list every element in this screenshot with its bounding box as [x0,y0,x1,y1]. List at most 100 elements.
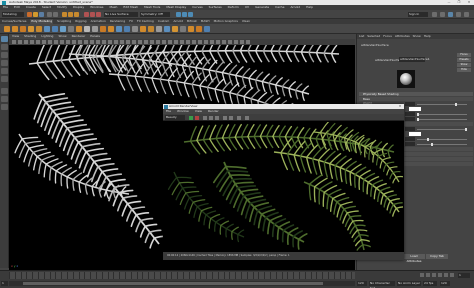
show-button[interactable]: Show [457,63,471,67]
snap-grid-icon[interactable] [84,12,89,17]
shelf-tool-icon[interactable] [148,26,154,32]
viewport-toolbar-icon[interactable] [180,40,184,44]
viewport-toolbar-icon[interactable] [108,40,112,44]
attr-slider[interactable] [417,112,467,116]
viewport-toolbar-icon[interactable] [18,40,22,44]
attr-value-field[interactable] [405,102,415,106]
viewport-toolbar-icon[interactable] [30,40,34,44]
rendered-image[interactable] [164,122,403,251]
zoom-icon[interactable] [223,115,227,120]
scale-tool-icon[interactable] [1,76,8,82]
attr-tab-help[interactable]: Help [424,34,431,39]
shelf-tool-icon[interactable] [76,26,82,32]
viewport-toolbar-icon[interactable] [168,40,172,44]
viewport-toolbar-icon[interactable] [42,40,46,44]
current-frame-field[interactable]: 1 [458,273,470,278]
attr-slider-handle[interactable] [426,137,429,141]
viewport-toolbar-icon[interactable] [156,40,160,44]
attr-slider-handle[interactable] [431,142,434,146]
render-stop-icon[interactable] [195,115,199,120]
undo-icon[interactable] [47,12,52,17]
shelf-tool-icon[interactable] [196,26,202,32]
go-to-start-icon[interactable] [420,273,424,277]
hide-button[interactable]: Hide [457,68,471,72]
viewport-toolbar-icon[interactable] [126,40,130,44]
shelf-tool-icon[interactable] [92,26,98,32]
shelf-tool-icon[interactable] [60,26,66,32]
range-slider[interactable] [9,281,355,286]
snap-point-icon[interactable] [96,12,101,17]
range-end-field[interactable]: 120 [357,281,367,286]
shelf-tool-icon[interactable] [20,26,26,32]
crop-region-icon[interactable] [203,115,207,120]
arnold-renderview-window[interactable]: Arnold RenderView ✕ File Window View Render… [163,104,404,260]
shelf-tool-icon[interactable] [188,26,194,32]
viewport-toolbar-icon[interactable] [204,40,208,44]
end-frame-field[interactable]: 120 [440,281,450,286]
viewport-toolbar-icon[interactable] [210,40,214,44]
shelf-tool-icon[interactable] [108,26,114,32]
shelf-tool-icon[interactable] [180,26,186,32]
workspace-icon[interactable] [432,12,437,17]
attr-tab-selected[interactable]: Selected [367,34,380,39]
viewport-toolbar-icon[interactable] [132,40,136,44]
attr-slider-handle[interactable] [455,102,458,106]
channel-box-icon[interactable] [464,12,469,17]
section-base[interactable]: Base [359,97,473,101]
viewport-toolbar-icon[interactable] [78,40,82,44]
viewport-toolbar-icon[interactable] [120,40,124,44]
single-view-layout-icon[interactable] [1,88,8,94]
attr-slider[interactable] [417,137,467,141]
viewport-toolbar-icon[interactable] [60,40,64,44]
attr-tab-attributes[interactable]: Attributes [395,34,410,39]
step-forward-icon[interactable] [444,273,448,277]
shelf-tool-icon[interactable] [172,26,178,32]
shelf-tool-icon[interactable] [44,26,50,32]
select-tool-icon[interactable] [1,36,8,42]
viewport-toolbar-icon[interactable] [198,40,202,44]
attr-slider-handle[interactable] [417,117,419,121]
viewport-toolbar-icon[interactable] [174,40,178,44]
shelf-tool-icon[interactable] [28,26,34,32]
attr-value-field[interactable] [405,112,415,116]
shelf-tool-icon[interactable] [124,26,130,32]
viewport-toolbar-icon[interactable] [228,40,232,44]
viewport-toolbar-icon[interactable] [54,40,58,44]
rotate-tool-icon[interactable] [1,68,8,74]
viewport-toolbar-icon[interactable] [114,40,118,44]
shelf-tool-icon[interactable] [68,26,74,32]
viewport-toolbar-icon[interactable] [192,40,196,44]
menu-set-selector[interactable]: Modeling [2,12,24,17]
node-name-field[interactable]: aiStandardSurface1 [399,57,430,62]
viewport-toolbar-icon[interactable] [162,40,166,44]
attr-value-field[interactable] [405,142,415,146]
shelf-tool-icon[interactable] [140,26,146,32]
shelf-tool-icon[interactable] [204,26,210,32]
viewport-toolbar-icon[interactable] [90,40,94,44]
node-name-tab[interactable]: aiStandardSurface [361,43,389,47]
debug-shading-icon[interactable] [237,115,241,120]
attr-value-field[interactable] [405,127,415,131]
shelf-tool-icon[interactable] [36,26,42,32]
attr-slider[interactable] [417,127,467,131]
modeling-toolkit-icon[interactable] [440,12,445,17]
attr-slider-handle[interactable] [417,112,419,116]
select-hierarchy-icon[interactable] [62,12,67,17]
isolate-selected-icon[interactable] [245,115,249,120]
outliner-layout-icon[interactable] [1,104,8,110]
viewport-toolbar-icon[interactable] [84,40,88,44]
render-frame-icon[interactable] [176,12,181,17]
attr-value-field[interactable] [405,117,415,121]
viewport-toolbar-icon[interactable] [240,40,244,44]
viewport-toolbar-icon[interactable] [234,40,238,44]
presets-button[interactable]: Presets [457,58,471,62]
attr-value-field[interactable] [405,137,415,141]
viewport-toolbar-icon[interactable] [144,40,148,44]
lasso-tool-icon[interactable] [1,44,8,50]
time-slider-track[interactable] [9,272,355,279]
viewport-toolbar-icon[interactable] [150,40,154,44]
viewport-toolbar-icon[interactable] [66,40,70,44]
attr-slider-handle[interactable] [465,127,467,131]
attr-slider[interactable] [417,142,467,146]
attr-slider[interactable] [417,102,467,106]
